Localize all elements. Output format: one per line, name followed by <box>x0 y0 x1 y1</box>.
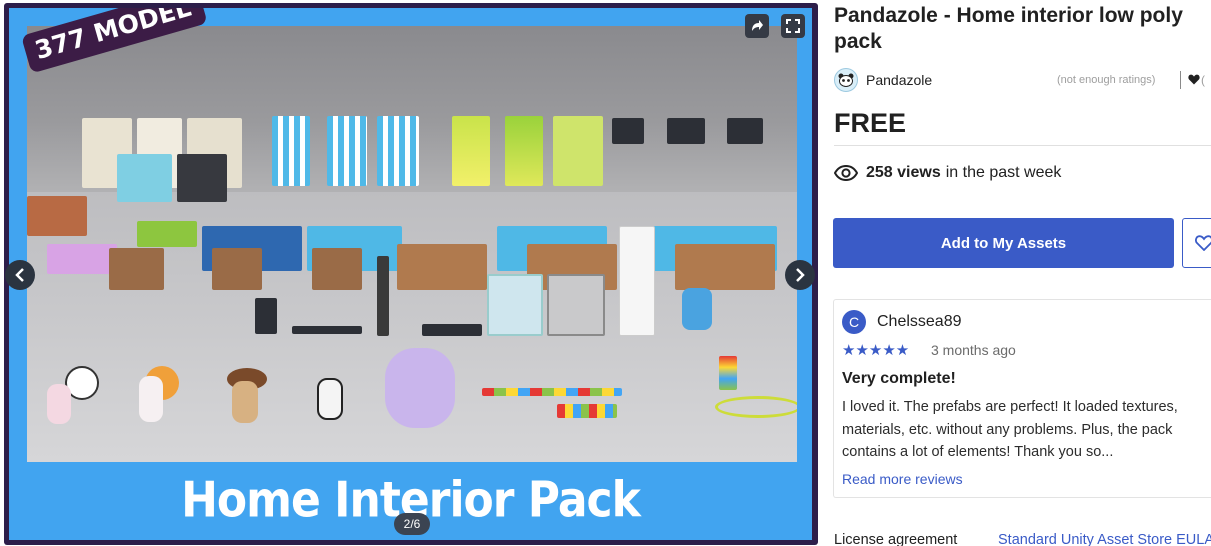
fullscreen-button[interactable] <box>781 14 805 38</box>
review-card: C Chelssea89 ★★★★★ 3 months ago Very com… <box>833 299 1211 498</box>
gallery-slide[interactable]: 377 MODEL Home Interior Pack <box>9 8 812 540</box>
publisher-avatar[interactable] <box>834 68 858 92</box>
product-title: Pandazole - Home interior low poly pack <box>834 4 1183 53</box>
star-rating: ★★★★★ <box>842 342 910 359</box>
divider <box>1180 71 1181 89</box>
review-title: Very complete! <box>842 370 956 387</box>
add-to-my-assets-button[interactable]: Add to My Assets <box>833 218 1174 268</box>
wishlist-button[interactable] <box>1182 218 1211 268</box>
read-more-reviews-link[interactable]: Read more reviews <box>842 471 963 487</box>
publisher-name[interactable]: Pandazole <box>866 72 932 88</box>
chevron-left-icon <box>15 268 24 282</box>
license-label: License agreement <box>834 532 958 546</box>
eye-icon <box>834 165 858 181</box>
chevron-right-icon <box>796 268 805 282</box>
panda-logo-icon <box>838 73 854 87</box>
fullscreen-icon <box>786 19 800 33</box>
heart-outline-icon <box>1195 235 1211 251</box>
review-time: 3 months ago <box>931 342 1016 358</box>
publisher-row: Pandazole (not enough ratings) ( <box>834 68 1211 92</box>
product-preview-image <box>27 26 797 462</box>
gallery-next-button[interactable] <box>785 260 815 290</box>
gallery-prev-button[interactable] <box>5 260 35 290</box>
views-suffix: in the past week <box>945 164 1062 181</box>
price: FREE <box>834 108 907 138</box>
views-info: 258 views in the past week <box>834 163 1061 183</box>
reviewer-avatar: C <box>842 310 866 334</box>
license-link[interactable]: Standard Unity Asset Store EULA <box>998 532 1211 546</box>
share-button[interactable] <box>745 14 769 38</box>
reviewer-name[interactable]: Chelssea89 <box>877 313 962 331</box>
favorites-count: ( <box>1201 73 1205 87</box>
heart-icon <box>1188 74 1200 85</box>
review-body: I loved it. The prefabs are perfect! It … <box>842 399 1178 460</box>
divider <box>834 145 1211 146</box>
ratings-note: (not enough ratings) <box>1057 74 1156 86</box>
image-gallery[interactable]: 377 MODEL Home Interior Pack 2/6 <box>4 3 818 545</box>
slide-counter: 2/6 <box>394 513 430 535</box>
share-arrow-icon <box>752 20 763 31</box>
views-count: 258 views <box>866 164 941 181</box>
